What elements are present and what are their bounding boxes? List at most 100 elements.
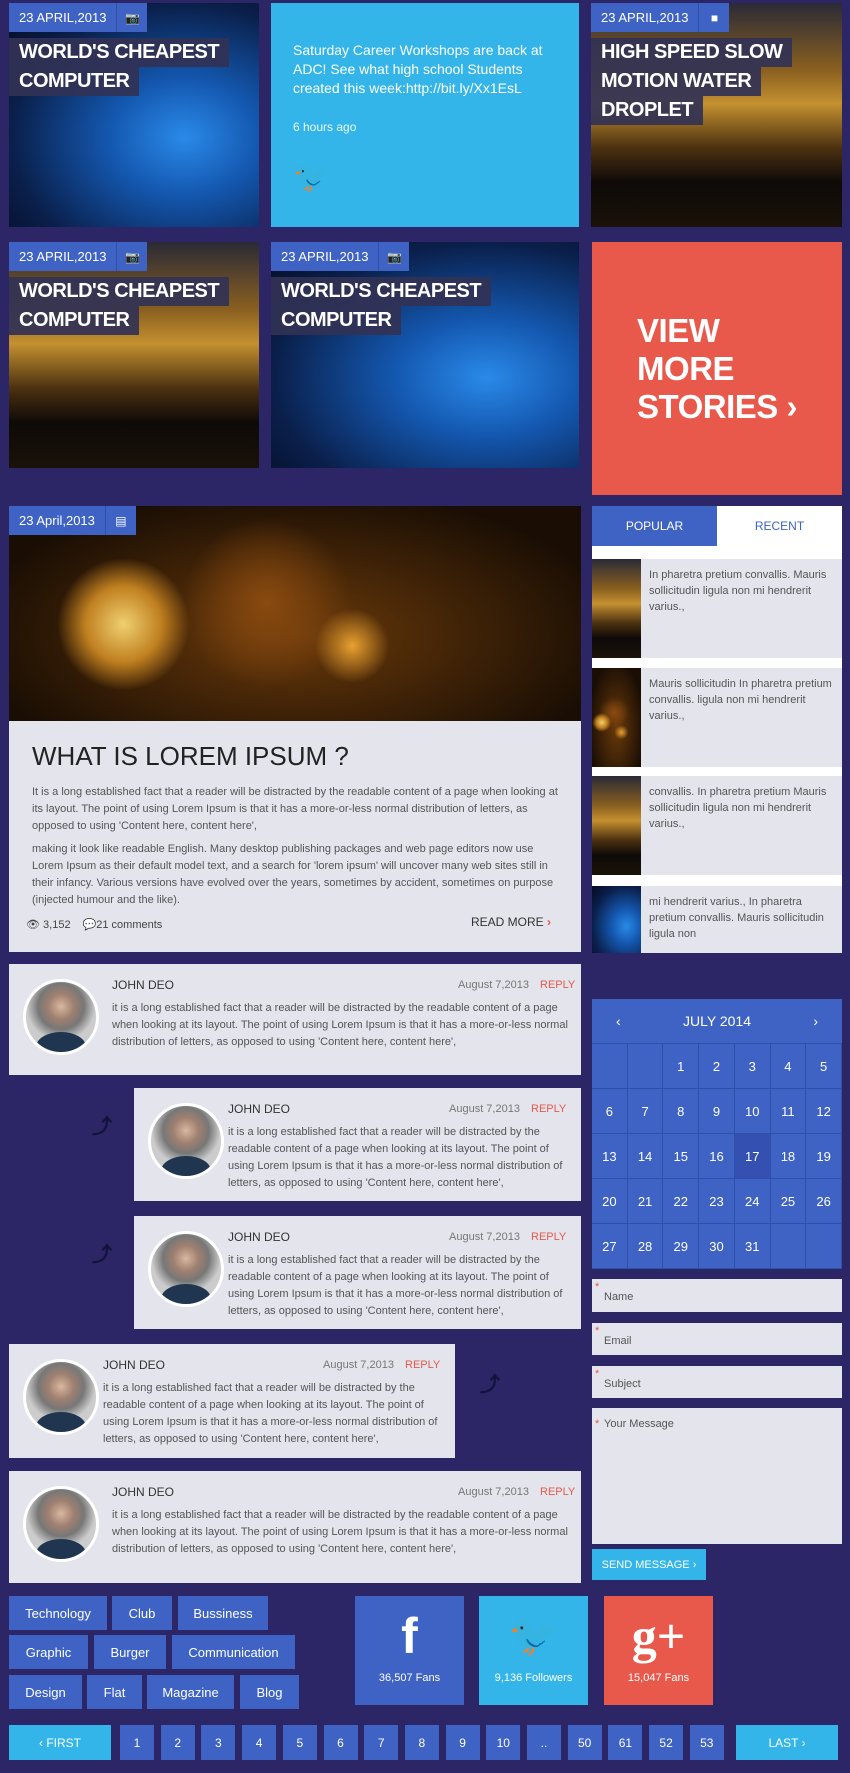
video-icon: ■ [710,10,719,25]
tag-club[interactable]: Club [112,1596,172,1630]
last-page-button[interactable]: LAST › [736,1725,838,1760]
chevron-right-icon[interactable]: › [813,1013,818,1029]
tag-blog[interactable]: Blog [240,1675,299,1709]
story-tile[interactable]: 23 APRIL,2013 📷 WORLD'S CHEAPEST COMPUTER [9,242,259,468]
calendar-day[interactable]: 11 [770,1089,807,1134]
comment-icon: 💬 [82,919,97,931]
tag-bussiness[interactable]: Bussiness [178,1596,268,1630]
post-image: 23 April,2013 ▤ [9,506,581,721]
calendar-day[interactable]: 5 [806,1044,842,1089]
page-button[interactable]: 7 [364,1725,399,1760]
list-item[interactable]: mi hendrerit varius., In pharetra pretiu… [592,886,842,953]
page-button[interactable]: 8 [404,1725,439,1760]
tag-burger[interactable]: Burger [94,1635,166,1669]
send-message-button[interactable]: SEND MESSAGE › [592,1549,706,1580]
calendar-day[interactable]: 13 [592,1134,628,1179]
list-item[interactable]: In pharetra pretium convallis. Mauris so… [592,559,842,658]
page-button[interactable]: 50 [567,1725,602,1760]
page-button[interactable]: 5 [282,1725,317,1760]
calendar-day[interactable]: 9 [699,1089,735,1134]
calendar-day[interactable]: 29 [663,1224,700,1269]
calendar-day[interactable]: 20 [592,1179,628,1224]
facebook-button[interactable]: f 36,507 Fans [355,1596,464,1705]
tile-title: COMPUTER [9,67,140,96]
story-tile[interactable]: 23 APRIL,2013 📷 WORLD'S CHEAPEST COMPUTER [271,242,579,468]
calendar-day[interactable]: 4 [770,1044,807,1089]
calendar-day[interactable]: 6 [592,1089,628,1134]
calendar-day[interactable]: 26 [806,1179,842,1224]
first-page-button[interactable]: ‹ FIRST [9,1725,111,1760]
calendar-day[interactable]: 1 [663,1044,700,1089]
google-plus-button[interactable]: g+ 15,047 Fans [604,1596,713,1705]
page-button[interactable]: 10 [486,1725,521,1760]
calendar-day[interactable]: 14 [627,1134,664,1179]
reply-link[interactable]: REPLY [531,1231,566,1243]
page-button[interactable]: 9 [445,1725,480,1760]
calendar-day[interactable]: 18 [770,1134,807,1179]
calendar-day[interactable]: 23 [699,1179,735,1224]
tab-recent[interactable]: RECENT [717,506,842,546]
name-field[interactable]: * Name [592,1279,842,1312]
page-button[interactable]: 2 [160,1725,195,1760]
page-button[interactable]: 4 [242,1725,277,1760]
reply-link[interactable]: REPLY [540,979,575,991]
calendar-day[interactable]: 15 [663,1134,700,1179]
tag-graphic[interactable]: Graphic [9,1635,88,1669]
calendar-day[interactable]: 12 [806,1089,842,1134]
page-button[interactable]: 61 [608,1725,643,1760]
reply-link[interactable]: REPLY [540,1486,575,1498]
story-tile[interactable]: 23 APRIL,2013 ■ HIGH SPEED SLOW MOTION WA… [591,3,842,227]
reply-link[interactable]: REPLY [531,1103,566,1115]
calendar-day[interactable]: 27 [592,1224,628,1269]
calendar-day[interactable]: 28 [627,1224,664,1269]
tag-flat[interactable]: Flat [87,1675,142,1709]
tweet-time: 6 hours ago [293,120,357,134]
message-field[interactable]: * Your Message [592,1408,842,1544]
reply-arrow-icon: ⤴ [92,1244,112,1266]
calendar-day[interactable]: 24 [734,1179,771,1224]
calendar-day[interactable]: 3 [734,1044,771,1089]
calendar-day[interactable]: 25 [770,1179,807,1224]
page-button[interactable]: 52 [649,1725,684,1760]
page-button[interactable]: 53 [689,1725,724,1760]
tweet-tile[interactable]: Saturday Career Workshops are back at AD… [271,3,579,227]
chevron-left-icon[interactable]: ‹ [616,1013,621,1029]
tag-communication[interactable]: Communication [172,1635,295,1669]
email-field[interactable]: * Email [592,1323,842,1355]
calendar-day[interactable]: 30 [699,1224,735,1269]
tag-magazine[interactable]: Magazine [147,1675,234,1709]
comments-count[interactable]: 💬21 comments [83,918,163,931]
twitter-button[interactable]: 🐦 9,136 Followers [479,1596,588,1705]
calendar-day[interactable]: 21 [627,1179,664,1224]
calendar-day[interactable]: 10 [734,1089,771,1134]
page-button[interactable]: 6 [323,1725,358,1760]
reply-link[interactable]: REPLY [405,1359,440,1371]
thumbnail [592,668,642,767]
list-item[interactable]: Mauris sollicitudin In pharetra pretium … [592,668,842,767]
calendar-day[interactable]: 2 [699,1044,735,1089]
tile-title: WORLD'S CHEAPEST [271,277,492,306]
calendar-day[interactable]: 7 [627,1089,664,1134]
subject-field[interactable]: * Subject [592,1366,842,1398]
tile-date: 23 APRIL,2013 [9,3,118,32]
page-button[interactable]: 3 [201,1725,236,1760]
tag-design[interactable]: Design [9,1675,82,1709]
story-tile[interactable]: 23 APRIL,2013 📷 WORLD'S CHEAPEST COMPUTER [9,3,259,227]
twitter-icon: 🐦 [293,161,331,194]
page-button[interactable]: 1 [120,1725,154,1760]
tag-technology[interactable]: Technology [9,1596,107,1630]
calendar-day[interactable]: 8 [663,1089,700,1134]
tile-title: MOTION WATER [591,67,762,96]
view-more-stories-button[interactable]: VIEW MORE STORIES › [592,242,842,495]
calendar-day[interactable]: 31 [734,1224,771,1269]
page-button[interactable]: .. [527,1725,561,1760]
calendar-day[interactable]: 17 [734,1134,771,1179]
calendar-day[interactable]: 19 [806,1134,842,1179]
calendar-day[interactable]: 16 [699,1134,735,1179]
read-more-link[interactable]: READ MORE › [471,915,551,929]
tweet-text: Saturday Career Workshops are back at AD… [293,42,543,96]
list-item[interactable]: convallis. In pharetra pretium Mauris so… [592,776,842,875]
required-mark: * [595,1368,600,1380]
calendar-day[interactable]: 22 [663,1179,700,1224]
tab-popular[interactable]: POPULAR [592,506,717,546]
